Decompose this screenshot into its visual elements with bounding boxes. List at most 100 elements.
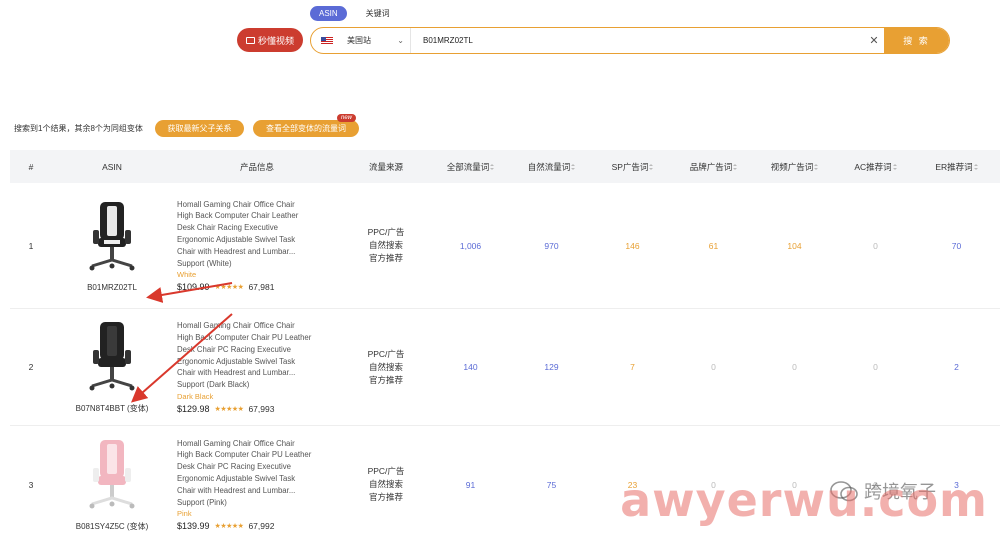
er-keywords-count[interactable]: 2: [916, 309, 997, 425]
site-watermark: awyerwu.com: [620, 473, 988, 527]
product-title-line[interactable]: Ergonomic Adjustable Swivel Task: [177, 356, 295, 368]
product-title-line[interactable]: Chair with Headrest and Lumbar...: [177, 367, 295, 379]
all-keywords-count[interactable]: 1,006: [430, 183, 511, 308]
source-official: 官方推荐: [368, 253, 403, 263]
col-ac-keywords-label: AC推荐词: [854, 161, 892, 172]
view-variant-keywords-button[interactable]: 查看全部变体的流量词: [253, 120, 359, 137]
video-keywords-count[interactable]: 104: [754, 183, 835, 308]
brand-keywords-count: 0: [711, 362, 716, 372]
product-title-line[interactable]: Homall Gaming Chair Office Chair: [177, 199, 295, 211]
price: $129.98: [177, 403, 210, 414]
source-official: 官方推荐: [368, 492, 403, 502]
variant-label: White: [177, 270, 197, 280]
organic-keywords-count[interactable]: 75: [511, 426, 592, 537]
er-keywords-count[interactable]: 70: [916, 183, 997, 308]
col-brand-keywords[interactable]: 品牌广告词: [673, 161, 754, 173]
clear-icon[interactable]: ✕: [864, 34, 884, 47]
tab-asin[interactable]: ASIN: [310, 6, 347, 21]
sort-icon: [649, 164, 654, 171]
chevron-down-icon: ⌄: [397, 36, 404, 45]
marketplace-select[interactable]: 美国站 ⌄: [311, 28, 411, 53]
refresh-parent-child-button[interactable]: 获取最新父子关系: [155, 120, 244, 137]
star-rating-icon: ★★★★★: [214, 405, 244, 413]
col-video-keywords-label: 视频广告词: [770, 161, 814, 172]
brand-keywords-count[interactable]: 61: [673, 183, 754, 308]
col-asin: ASIN: [102, 161, 122, 172]
table-header: # ASIN 产品信息 流量来源 全部流量词 自然流量词 SP广告词 品牌广告词…: [10, 150, 1000, 183]
search-bar: 美国站 ⌄ ✕ 搜 索: [310, 27, 950, 54]
new-badge: new: [337, 114, 357, 122]
organic-keywords-count[interactable]: 970: [511, 183, 592, 308]
source-ppc: PPC/广告: [367, 348, 405, 359]
price-rating: $129.98 ★★★★★ 67,993: [177, 404, 274, 414]
search-input[interactable]: [411, 36, 864, 45]
asin-cell: B01MRZ02TL: [52, 183, 172, 308]
product-image[interactable]: [82, 320, 142, 400]
ac-keywords-count: 0: [873, 362, 878, 372]
sort-icon: [490, 164, 495, 171]
rating-count: 67,993: [248, 403, 275, 414]
sort-icon: [892, 164, 897, 171]
sort-icon: [973, 164, 978, 171]
product-title-line[interactable]: Support (Dark Black): [177, 379, 249, 391]
product-title-line[interactable]: Ergonomic Adjustable Swivel Task: [177, 234, 295, 246]
col-all-keywords-label: 全部流量词: [446, 161, 490, 172]
product-image[interactable]: [82, 200, 142, 280]
sort-icon: [571, 164, 576, 171]
col-er-keywords[interactable]: ER推荐词: [916, 161, 997, 173]
all-keywords-count[interactable]: 140: [430, 309, 511, 425]
col-sp-keywords-label: SP广告词: [611, 161, 649, 172]
product-title-line[interactable]: Support (White): [177, 258, 232, 270]
traffic-sources: PPC/广告 自然搜索 官方推荐: [342, 426, 430, 537]
traffic-sources: PPC/广告 自然搜索 官方推荐: [342, 309, 430, 425]
col-sp-keywords[interactable]: SP广告词: [592, 161, 673, 173]
product-title-line[interactable]: Homall Gaming Chair Office Chair: [177, 438, 295, 450]
search-button[interactable]: 搜 索: [884, 28, 949, 53]
col-organic-keywords[interactable]: 自然流量词: [511, 161, 592, 173]
organic-keywords-count[interactable]: 129: [511, 309, 592, 425]
product-title-line[interactable]: Desk Chair PC Racing Executive: [177, 461, 291, 473]
source-organic: 自然搜索: [368, 240, 403, 250]
all-keywords-count[interactable]: 91: [430, 426, 511, 537]
product-title-line[interactable]: High Back Computer Chair Leather: [177, 210, 298, 222]
product-info: Homall Gaming Chair Office Chair High Ba…: [172, 183, 342, 308]
sp-keywords-count[interactable]: 7: [592, 309, 673, 425]
product-title-line[interactable]: Desk Chair Racing Executive: [177, 222, 278, 234]
asin-label[interactable]: B07N8T4BBT (变体): [76, 403, 149, 414]
product-title-line[interactable]: Chair with Headrest and Lumbar...: [177, 485, 295, 497]
col-organic-keywords-label: 自然流量词: [527, 161, 571, 172]
col-all-keywords[interactable]: 全部流量词: [430, 161, 511, 173]
video-icon: [245, 36, 255, 44]
variant-label: Pink: [177, 509, 192, 519]
asin-label[interactable]: B01MRZ02TL: [87, 283, 137, 292]
col-video-keywords[interactable]: 视频广告词: [754, 161, 835, 173]
marketplace-label: 美国站: [347, 36, 371, 45]
product-title-line[interactable]: High Back Computer Chair PU Leather: [177, 332, 311, 344]
video-tutorial-button[interactable]: 秒懂视频: [237, 28, 303, 52]
sort-icon: [733, 164, 738, 171]
product-image[interactable]: [82, 438, 142, 518]
asin-label[interactable]: B081SY4Z5C (变体): [76, 521, 148, 532]
tab-keyword[interactable]: 关键词: [357, 5, 399, 22]
col-er-keywords-label: ER推荐词: [935, 161, 973, 172]
product-title-line[interactable]: Chair with Headrest and Lumbar...: [177, 246, 295, 258]
sp-keywords-count[interactable]: 146: [592, 183, 673, 308]
col-ac-keywords[interactable]: AC推荐词: [835, 161, 916, 173]
product-info: Homall Gaming Chair Office Chair High Ba…: [172, 309, 342, 425]
price-rating: $139.99 ★★★★★ 67,992: [177, 521, 274, 531]
table-row: 2 B07N8T4BBT (变体) Homall Gaming Chair Of…: [10, 309, 1000, 426]
sort-icon: [814, 164, 819, 171]
us-flag-icon: [321, 36, 333, 45]
product-title-line[interactable]: Homall Gaming Chair Office Chair: [177, 320, 295, 332]
rating-count: 67,992: [248, 521, 275, 532]
ac-keywords-count: 0: [873, 240, 878, 251]
product-title-line[interactable]: Ergonomic Adjustable Swivel Task: [177, 473, 295, 485]
product-title-line[interactable]: Support (Pink): [177, 497, 227, 509]
source-organic: 自然搜索: [368, 479, 403, 489]
search-mode-tabs: ASIN 关键词: [310, 5, 399, 22]
col-index: #: [28, 161, 34, 172]
video-keywords-count: 0: [792, 362, 797, 372]
col-traffic-source: 流量来源: [368, 161, 403, 172]
product-title-line[interactable]: Desk Chair PC Racing Executive: [177, 344, 291, 356]
product-title-line[interactable]: High Back Computer Chair PU Leather: [177, 449, 311, 461]
